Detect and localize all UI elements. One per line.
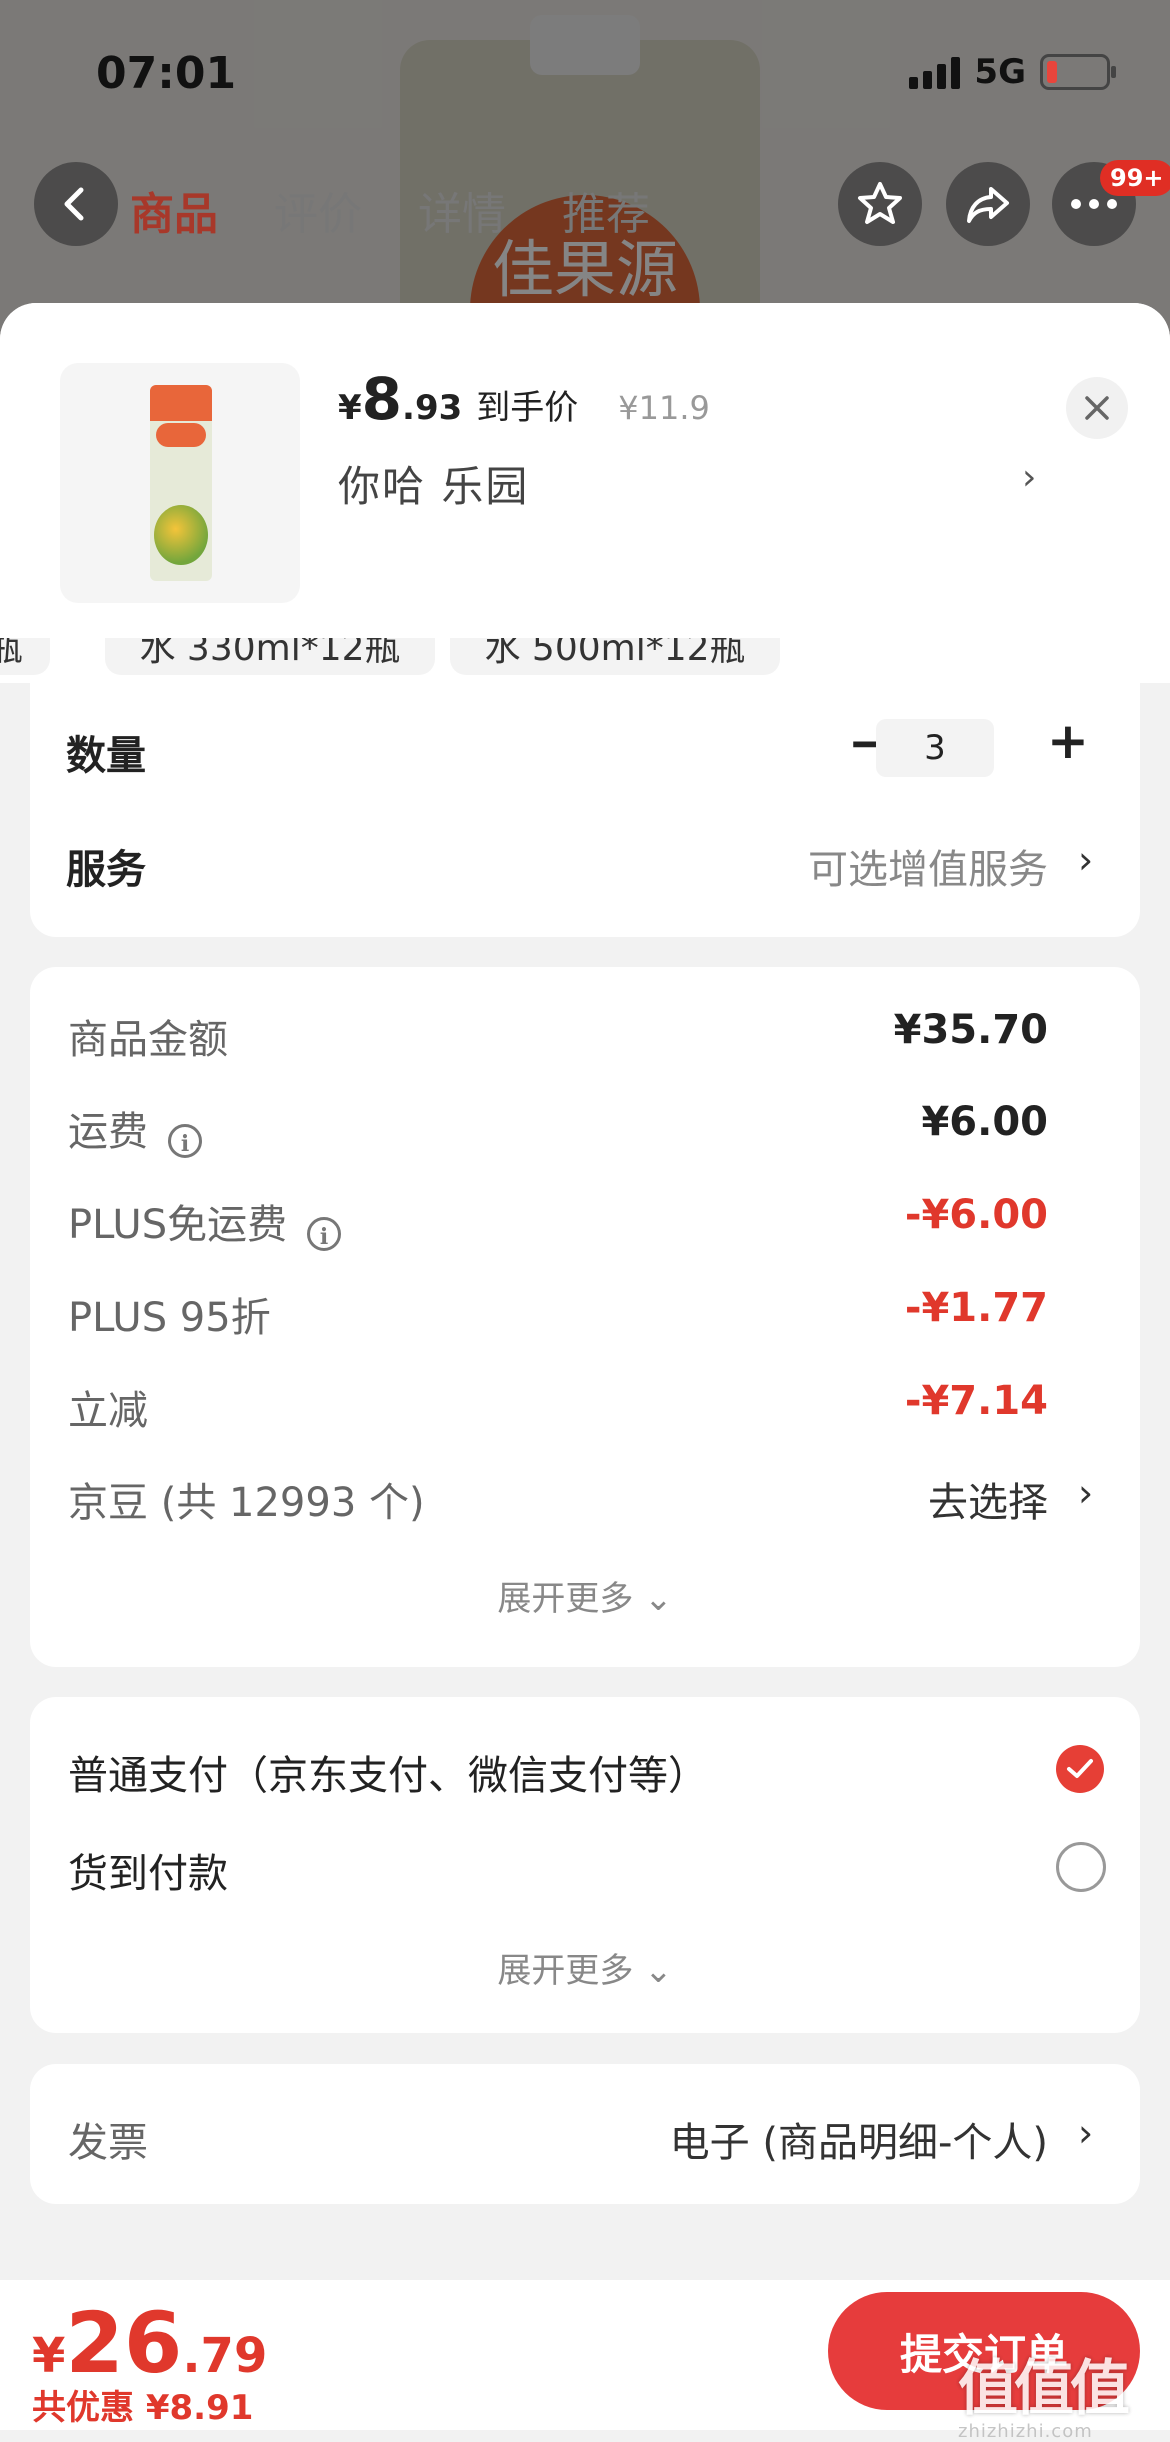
product-thumbnail	[60, 363, 300, 603]
status-time: 07:01	[96, 48, 237, 99]
checkmark-selected-icon[interactable]	[1056, 1745, 1104, 1793]
share-button[interactable]	[946, 162, 1030, 246]
battery-icon	[1040, 54, 1116, 90]
total-price: ¥ 26 .79	[32, 2294, 267, 2392]
plus-free-shipping-label-wrap: PLUS免运费 i	[68, 1192, 342, 1251]
cellular-signal-icon	[909, 55, 961, 89]
product-carton-image	[150, 385, 212, 581]
selected-spec[interactable]: 你哈 乐园	[338, 453, 529, 514]
summary-label: 运费	[68, 1109, 148, 1155]
summary-label: 立减	[68, 1388, 148, 1434]
site-watermark: 值值值 zhizhizhi.com	[958, 2340, 1168, 2442]
summary-label: PLUS 95折	[68, 1295, 271, 1341]
payment-method-card: 普通支付（京东支付、微信支付等） 货到付款 展开更多 ⌄	[30, 1697, 1140, 2033]
price-symbol: ¥	[338, 388, 362, 428]
order-summary-card: 商品金额 ¥35.70 运费 i ¥6.00 PLUS免运费 i -¥6.00 PL…	[30, 967, 1140, 1667]
service-label: 服务	[66, 847, 146, 893]
info-icon[interactable]: i	[168, 1123, 202, 1158]
quantity-stepper[interactable]: 3	[876, 719, 994, 777]
price-line: ¥ 8 .93 到手价 ¥11.9	[338, 365, 710, 433]
original-price: ¥11.9	[618, 389, 710, 427]
network-type: 5G	[974, 52, 1026, 92]
sheet-header: ¥ 8 .93 到手价 ¥11.9 你哈 乐园 ›	[0, 303, 1170, 638]
chevron-right-icon[interactable]: ›	[1022, 457, 1036, 498]
radio-unselected-icon[interactable]	[1056, 1842, 1106, 1892]
invoice-value[interactable]: 电子 (商品明细-个人)	[670, 2110, 1048, 2168]
chevron-right-icon[interactable]: ›	[1078, 2111, 1093, 2155]
info-icon[interactable]: i	[307, 1216, 342, 1251]
close-button[interactable]	[1066, 377, 1128, 439]
summary-value: ¥6.00	[921, 1099, 1048, 1145]
message-count-badge: 99+	[1100, 160, 1170, 196]
share-icon	[967, 187, 1009, 223]
favorite-button[interactable]	[838, 162, 922, 246]
order-sheet: ¥ 8 .93 到手价 ¥11.9 你哈 乐园 › 瓶 水 330ml*12瓶 …	[0, 303, 1170, 2430]
total-symbol: ¥	[32, 2328, 66, 2384]
service-value[interactable]: 可选增值服务	[808, 837, 1048, 895]
nav-tabs: 商品 评价 详情 推荐	[130, 178, 650, 242]
summary-label: 商品金额	[68, 1017, 228, 1063]
invoice-label: 发票	[68, 2120, 148, 2166]
quantity-plus-button[interactable]: +	[1047, 712, 1089, 770]
back-button[interactable]	[34, 162, 118, 246]
final-price-label: 到手价	[476, 388, 579, 428]
price-integer: 8	[361, 365, 403, 433]
watermark-glyphs: 值值值	[958, 2354, 1130, 2424]
tab-reviews[interactable]: 评价	[274, 178, 362, 242]
payment-option-label[interactable]: 货到付款	[68, 1841, 228, 1899]
product-nav-bar: 商品 评价 详情 推荐 99+	[0, 160, 1170, 250]
chevron-left-icon	[64, 187, 84, 221]
price-decimal: .93	[402, 388, 463, 428]
quantity-label: 数量	[66, 733, 146, 779]
shipping-row-label-wrap: 运费 i	[68, 1099, 202, 1158]
summary-value: -¥7.14	[904, 1378, 1048, 1424]
summary-value: -¥1.77	[904, 1285, 1048, 1331]
summary-label: PLUS免运费	[68, 1202, 288, 1248]
chevron-right-icon[interactable]: ›	[1078, 838, 1093, 882]
jingdou-select-button[interactable]: 去选择	[928, 1470, 1048, 1528]
status-bar: 07:01 5G	[0, 0, 1170, 150]
close-icon	[1085, 396, 1109, 420]
summary-expand-more[interactable]: 展开更多 ⌄	[30, 1571, 1140, 1620]
chevron-right-icon[interactable]: ›	[1078, 1471, 1093, 1515]
more-dots-icon	[1071, 199, 1117, 209]
tab-product[interactable]: 商品	[130, 178, 218, 242]
status-icons: 5G	[909, 52, 1116, 92]
invoice-card[interactable]: 发票 电子 (商品明细-个人) ›	[30, 2064, 1140, 2204]
summary-value: -¥6.00	[904, 1192, 1048, 1238]
payment-expand-more[interactable]: 展开更多 ⌄	[30, 1943, 1140, 1992]
tab-recommend[interactable]: 推荐	[562, 178, 650, 242]
star-icon	[858, 182, 902, 224]
total-decimal: .79	[182, 2328, 268, 2384]
jingdou-label: 京豆 (共 12993 个)	[68, 1480, 425, 1526]
tab-details[interactable]: 详情	[418, 178, 506, 242]
total-saving: 共优惠 ¥8.91	[32, 2388, 254, 2428]
total-integer: 26	[65, 2294, 183, 2392]
summary-value: ¥35.70	[893, 1007, 1048, 1053]
watermark-domain: zhizhizhi.com	[958, 2421, 1093, 2442]
payment-option-label[interactable]: 普通支付（京东支付、微信支付等）	[68, 1743, 708, 1801]
